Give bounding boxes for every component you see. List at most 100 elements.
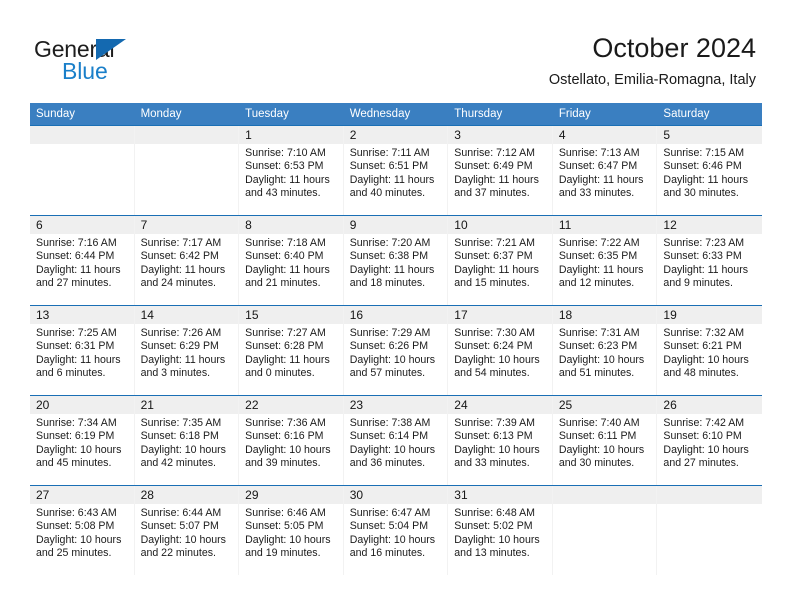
day-number: 16 xyxy=(349,308,364,322)
day-number-band: 18 xyxy=(552,306,657,324)
day-cell[interactable]: 19 Sunrise: 7:32 AM Sunset: 6:21 PM Dayl… xyxy=(657,306,762,395)
masthead: General Blue October 2024 Ostellato, Emi… xyxy=(0,0,792,100)
week-row: 20 Sunrise: 7:34 AM Sunset: 6:19 PM Dayl… xyxy=(30,395,762,485)
day-number-band: 16 xyxy=(343,306,448,324)
day-number: 26 xyxy=(663,398,677,412)
daylight-text-line2: and 9 minutes. xyxy=(663,277,733,290)
daylight-text-line1: Daylight: 11 hours xyxy=(140,263,226,276)
day-cell[interactable]: 8 Sunrise: 7:18 AM Sunset: 6:40 PM Dayli… xyxy=(239,216,344,305)
sunset-text: Sunset: 6:23 PM xyxy=(558,340,638,353)
sunset-text: Sunset: 6:16 PM xyxy=(245,430,324,443)
daylight-text-line1: Daylight: 10 hours xyxy=(663,443,749,456)
day-cell[interactable]: 13 Sunrise: 7:25 AM Sunset: 6:31 PM Dayl… xyxy=(30,306,135,395)
sunset-text: Sunset: 6:14 PM xyxy=(349,430,429,443)
daylight-text-line2: and 39 minutes. xyxy=(245,457,321,470)
day-cell[interactable]: 27 Sunrise: 6:43 AM Sunset: 5:08 PM Dayl… xyxy=(30,486,135,575)
day-cell[interactable]: 29 Sunrise: 6:46 AM Sunset: 5:05 PM Dayl… xyxy=(239,486,344,575)
day-details: Sunrise: 7:36 AM Sunset: 6:16 PM Dayligh… xyxy=(239,414,343,471)
day-cell[interactable]: 14 Sunrise: 7:26 AM Sunset: 6:29 PM Dayl… xyxy=(134,306,240,395)
weekday-header-tuesday: Tuesday xyxy=(245,108,289,120)
weekday-header-thursday: Thursday xyxy=(454,108,503,120)
sunset-text: Sunset: 6:47 PM xyxy=(558,160,638,173)
day-cell[interactable]: 16 Sunrise: 7:29 AM Sunset: 6:26 PM Dayl… xyxy=(343,306,449,395)
sunset-text: Sunset: 6:18 PM xyxy=(140,430,219,443)
day-cell[interactable]: 12 Sunrise: 7:23 AM Sunset: 6:33 PM Dayl… xyxy=(657,216,762,305)
day-number: 4 xyxy=(558,128,566,142)
daylight-text-line2: and 37 minutes. xyxy=(454,187,530,200)
day-cell[interactable]: 26 Sunrise: 7:42 AM Sunset: 6:10 PM Dayl… xyxy=(657,396,762,485)
day-details: Sunrise: 6:44 AM Sunset: 5:07 PM Dayligh… xyxy=(135,504,239,561)
day-cell[interactable]: 9 Sunrise: 7:20 AM Sunset: 6:38 PM Dayli… xyxy=(343,216,449,305)
sunrise-text: Sunrise: 7:22 AM xyxy=(558,237,640,249)
day-number: 19 xyxy=(663,308,677,322)
day-cell[interactable]: 22 Sunrise: 7:36 AM Sunset: 6:16 PM Dayl… xyxy=(239,396,344,485)
day-cell[interactable]: 25 Sunrise: 7:40 AM Sunset: 6:11 PM Dayl… xyxy=(552,396,658,485)
daylight-text-line2: and 27 minutes. xyxy=(663,457,739,470)
day-number-band: 24 xyxy=(448,396,552,414)
sunrise-text: Sunrise: 7:15 AM xyxy=(663,147,745,159)
day-cell[interactable]: 15 Sunrise: 7:27 AM Sunset: 6:28 PM Dayl… xyxy=(239,306,344,395)
day-details: Sunrise: 7:22 AM Sunset: 6:35 PM Dayligh… xyxy=(553,234,657,291)
day-cell[interactable]: 28 Sunrise: 6:44 AM Sunset: 5:07 PM Dayl… xyxy=(134,486,240,575)
day-number-band: 21 xyxy=(134,396,239,414)
day-cell[interactable]: 20 Sunrise: 7:34 AM Sunset: 6:19 PM Dayl… xyxy=(30,396,135,485)
day-details: Sunrise: 7:15 AM Sunset: 6:46 PM Dayligh… xyxy=(657,144,762,201)
day-number: 9 xyxy=(349,218,357,232)
day-cell[interactable]: 3 Sunrise: 7:12 AM Sunset: 6:49 PM Dayli… xyxy=(448,126,553,215)
day-number-band: 19 xyxy=(657,306,762,324)
day-cell[interactable] xyxy=(552,486,658,575)
day-number: 20 xyxy=(36,398,50,412)
sunrise-text: Sunrise: 7:16 AM xyxy=(36,237,117,249)
day-cell[interactable]: 31 Sunrise: 6:48 AM Sunset: 5:02 PM Dayl… xyxy=(448,486,553,575)
day-cell[interactable]: 21 Sunrise: 7:35 AM Sunset: 6:18 PM Dayl… xyxy=(134,396,240,485)
general-blue-logo[interactable]: General Blue xyxy=(34,36,164,84)
day-details: Sunrise: 7:20 AM Sunset: 6:38 PM Dayligh… xyxy=(344,234,448,291)
day-cell[interactable]: 2 Sunrise: 7:11 AM Sunset: 6:51 PM Dayli… xyxy=(343,126,449,215)
sunrise-text: Sunrise: 7:17 AM xyxy=(140,237,222,249)
weekday-header-monday: Monday xyxy=(140,108,182,120)
day-cell[interactable]: 7 Sunrise: 7:17 AM Sunset: 6:42 PM Dayli… xyxy=(134,216,240,305)
sunset-text: Sunset: 5:04 PM xyxy=(349,520,429,533)
day-cell[interactable] xyxy=(657,486,762,575)
day-cell[interactable] xyxy=(30,126,135,215)
day-cell[interactable]: 10 Sunrise: 7:21 AM Sunset: 6:37 PM Dayl… xyxy=(448,216,553,305)
day-cell[interactable]: 1 Sunrise: 7:10 AM Sunset: 6:53 PM Dayli… xyxy=(239,126,344,215)
daylight-text-line2: and 3 minutes. xyxy=(140,367,211,380)
day-number-band: 9 xyxy=(343,216,448,234)
daylight-text-line1: Daylight: 11 hours xyxy=(454,173,539,186)
day-number: 11 xyxy=(558,218,572,232)
day-cell[interactable]: 30 Sunrise: 6:47 AM Sunset: 5:04 PM Dayl… xyxy=(343,486,449,575)
sunset-text: Sunset: 6:51 PM xyxy=(349,160,429,173)
daylight-text-line2: and 24 minutes. xyxy=(140,277,216,290)
sunrise-text: Sunrise: 7:23 AM xyxy=(663,237,745,249)
day-cell[interactable]: 23 Sunrise: 7:38 AM Sunset: 6:14 PM Dayl… xyxy=(343,396,449,485)
daylight-text-line2: and 43 minutes. xyxy=(245,187,321,200)
day-number: 27 xyxy=(36,488,50,502)
day-number: 31 xyxy=(454,488,468,502)
day-cell[interactable]: 6 Sunrise: 7:16 AM Sunset: 6:44 PM Dayli… xyxy=(30,216,135,305)
sunset-text: Sunset: 6:31 PM xyxy=(36,340,115,353)
day-cell[interactable] xyxy=(134,126,240,215)
sunrise-text: Sunrise: 7:13 AM xyxy=(558,147,640,159)
day-cell[interactable]: 11 Sunrise: 7:22 AM Sunset: 6:35 PM Dayl… xyxy=(552,216,658,305)
day-cell[interactable]: 24 Sunrise: 7:39 AM Sunset: 6:13 PM Dayl… xyxy=(448,396,553,485)
day-cell[interactable]: 5 Sunrise: 7:15 AM Sunset: 6:46 PM Dayli… xyxy=(657,126,762,215)
sunset-text: Sunset: 6:13 PM xyxy=(454,430,533,443)
daylight-text-line2: and 0 minutes. xyxy=(245,367,315,380)
sunset-text: Sunset: 6:24 PM xyxy=(454,340,533,353)
day-number-band: 11 xyxy=(552,216,657,234)
sunset-text: Sunset: 6:40 PM xyxy=(245,250,324,263)
daylight-text-line2: and 48 minutes. xyxy=(663,367,739,380)
day-cell[interactable]: 17 Sunrise: 7:30 AM Sunset: 6:24 PM Dayl… xyxy=(448,306,553,395)
sunset-text: Sunset: 5:05 PM xyxy=(245,520,324,533)
daylight-text-line2: and 54 minutes. xyxy=(454,367,530,380)
day-cell[interactable]: 18 Sunrise: 7:31 AM Sunset: 6:23 PM Dayl… xyxy=(552,306,658,395)
day-cell[interactable]: 4 Sunrise: 7:13 AM Sunset: 6:47 PM Dayli… xyxy=(552,126,658,215)
day-details: Sunrise: 6:43 AM Sunset: 5:08 PM Dayligh… xyxy=(30,504,134,561)
day-number-band: 26 xyxy=(657,396,762,414)
daylight-text-line1: Daylight: 11 hours xyxy=(140,353,226,366)
day-details: Sunrise: 7:30 AM Sunset: 6:24 PM Dayligh… xyxy=(448,324,552,381)
daylight-text-line1: Daylight: 11 hours xyxy=(663,173,749,186)
sunrise-text: Sunrise: 7:39 AM xyxy=(454,417,535,429)
week-row: 1 Sunrise: 7:10 AM Sunset: 6:53 PM Dayli… xyxy=(30,125,762,215)
